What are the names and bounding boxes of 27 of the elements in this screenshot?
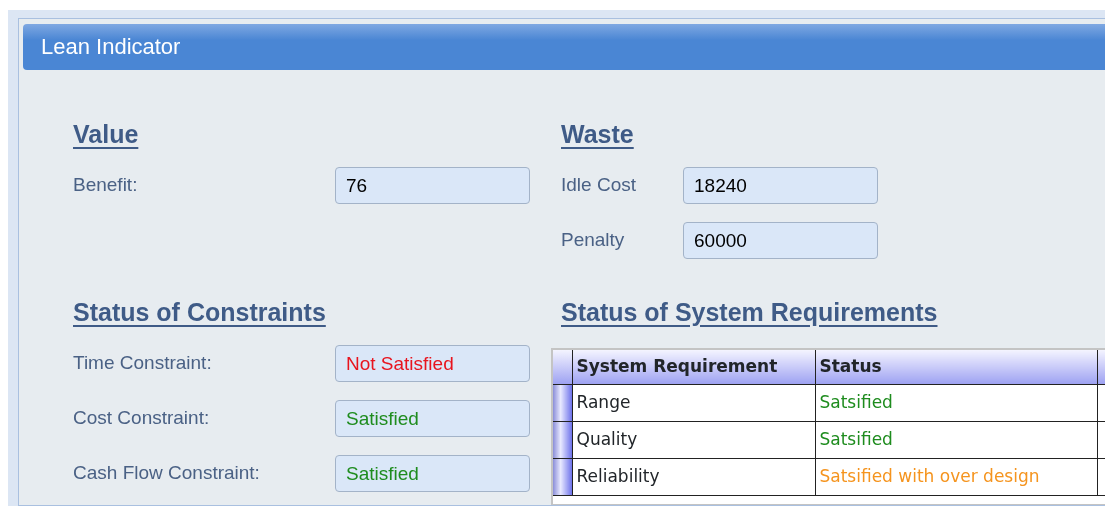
field-label: Time Constraint: [73,352,212,374]
section-heading: Status of Constraints [73,297,326,328]
table-cell: Reliability [572,458,815,495]
column-header: Status [815,349,1097,384]
table-cell: Satsified [815,384,1097,421]
row-header[interactable] [552,421,572,458]
column-header: System Requirement [572,349,815,384]
field-label: Cash Flow Constraint: [73,462,260,484]
row-header[interactable] [552,458,572,495]
table-cell: Range [572,384,815,421]
table-cell: Satsified [815,421,1097,458]
status-field[interactable]: Not Satisfied [335,345,530,382]
field-label: Cost Constraint: [73,407,210,429]
input-field[interactable]: 76 [335,167,530,204]
table-cell: Quality [572,421,815,458]
window-title: Lean Indicator [23,24,1105,70]
field-label: Idle Cost [561,174,636,196]
input-field[interactable]: 60000 [683,222,878,259]
section-heading: Waste [561,119,634,150]
table-cell: Satsified with over design [815,458,1097,495]
field-label: Benefit: [73,174,138,196]
section-heading: Value [73,119,139,150]
row-header [552,349,572,384]
field-label: Penalty [561,229,625,251]
section-heading: Status of System Requirements [561,297,938,328]
row-header[interactable] [552,384,572,421]
input-field[interactable]: 18240 [683,167,878,204]
